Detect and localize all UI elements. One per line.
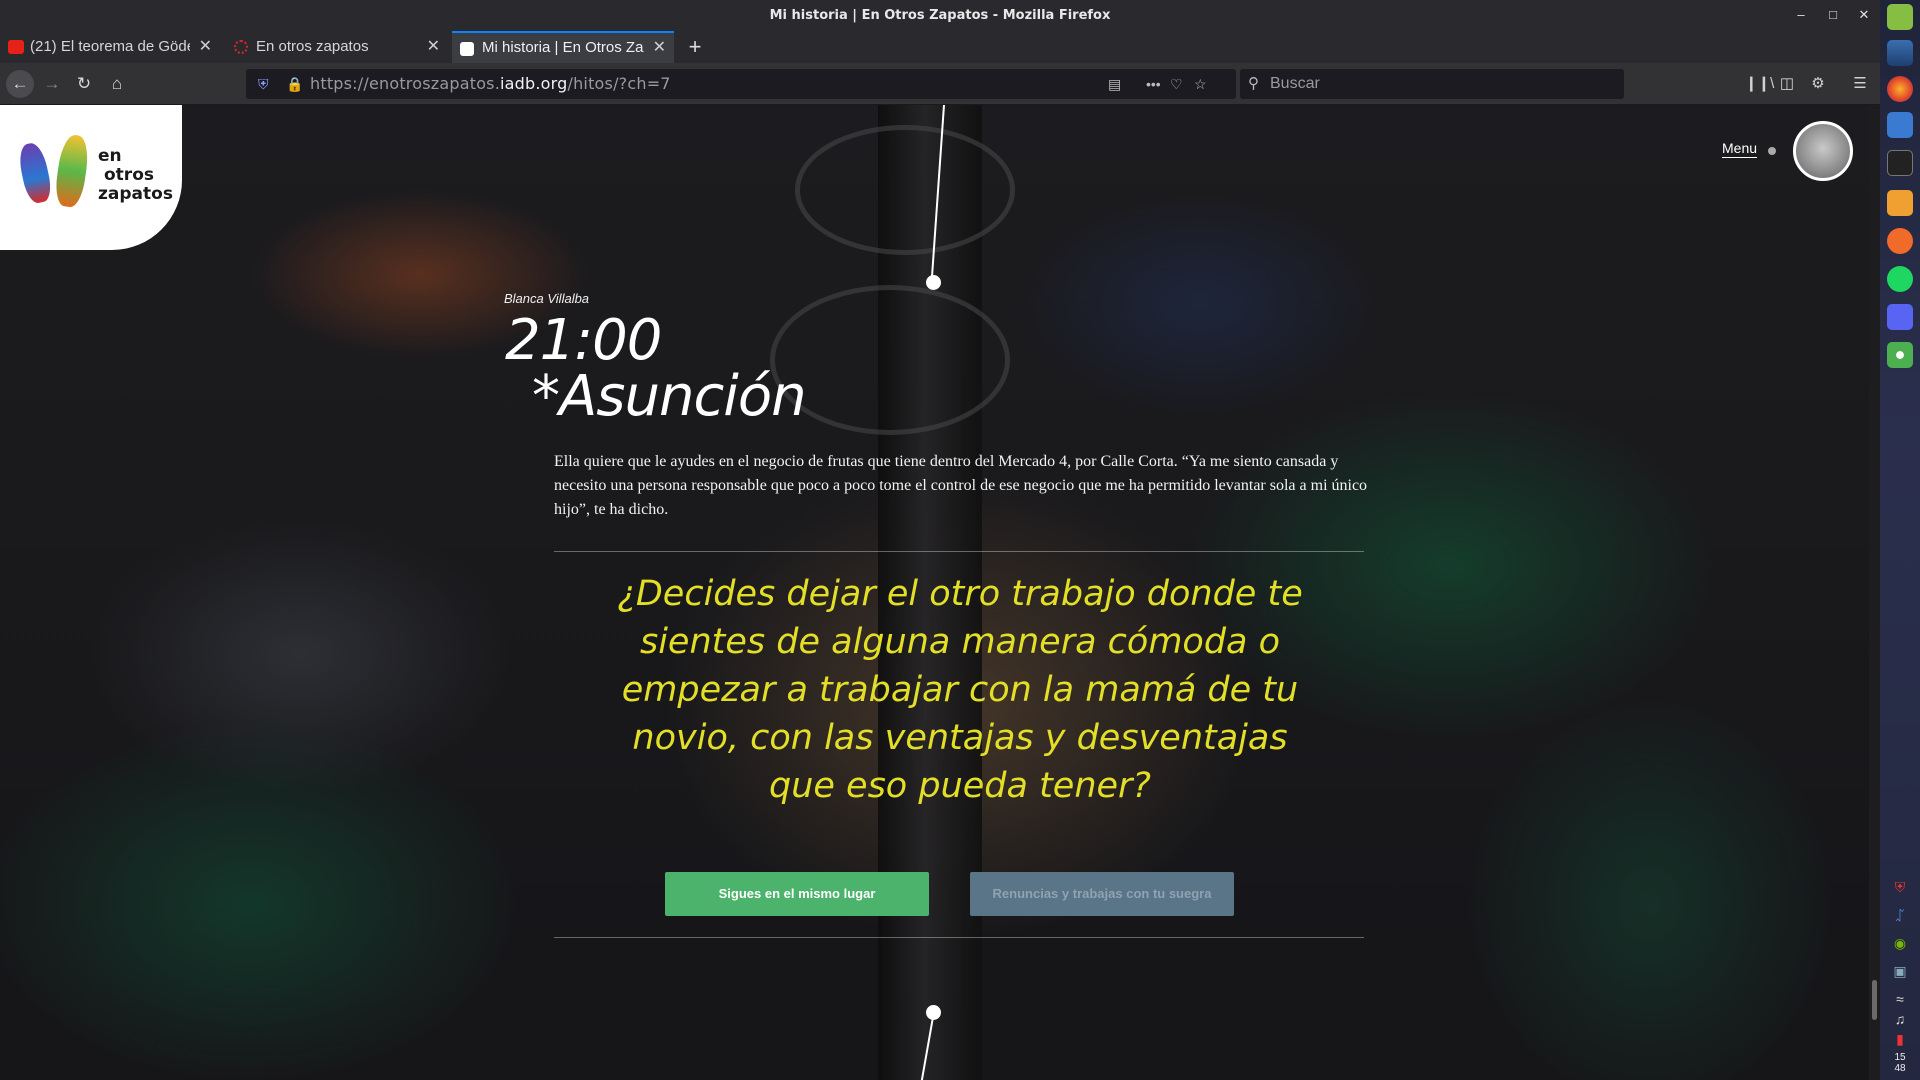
- firefox-icon[interactable]: [1887, 76, 1913, 102]
- workspace-icon[interactable]: ▣: [1890, 962, 1910, 980]
- tab-label: Mi historia | En Otros Zapatos: [482, 39, 644, 56]
- spotify-icon[interactable]: [1887, 266, 1913, 292]
- tab-label: En otros zapatos: [256, 38, 369, 55]
- new-tab-button[interactable]: +: [680, 31, 710, 63]
- reader-view-icon[interactable]: ▤: [1108, 69, 1121, 99]
- show-desktop-icon[interactable]: [1887, 40, 1913, 66]
- logo-footprint-left: [16, 140, 54, 206]
- divider: [554, 937, 1364, 938]
- navigation-toolbar: ← → ↻ ⌂ ⛨ 🔒 https://enotroszapatos.iadb.…: [0, 63, 1880, 105]
- page-actions-icon[interactable]: •••: [1146, 69, 1161, 99]
- menu-indicator-dot: [1768, 147, 1776, 155]
- youtube-icon: [8, 40, 24, 54]
- back-button[interactable]: ←: [6, 70, 34, 98]
- nvidia-icon[interactable]: ◉: [1890, 934, 1910, 952]
- logo-text: en otros zapatos: [98, 146, 173, 204]
- story-place: *Asunción: [532, 364, 807, 429]
- window-title: Mi historia | En Otros Zapatos - Mozilla…: [769, 8, 1111, 23]
- menu-hamburger-icon[interactable]: ☰: [1848, 70, 1872, 98]
- menu-link[interactable]: Menu: [1722, 140, 1758, 158]
- author-name: Blanca Villalba: [504, 291, 590, 306]
- site-favicon-icon: [234, 40, 248, 54]
- settings-gear-icon[interactable]: [1887, 342, 1913, 368]
- search-placeholder: Buscar: [1270, 75, 1320, 92]
- bluetooth-icon[interactable]: ᛢ: [1890, 906, 1910, 924]
- search-bar[interactable]: ⚲ Buscar: [1240, 69, 1624, 99]
- lock-icon[interactable]: 🔒: [286, 69, 303, 99]
- tab-youtube[interactable]: (21) El teorema de Gödel ✕: [0, 31, 220, 63]
- tab-label: (21) El teorema de Gödel: [30, 38, 190, 55]
- shield-tray-icon[interactable]: ⛨: [1890, 878, 1910, 896]
- library-icon[interactable]: ❙❙\: [1745, 70, 1774, 98]
- inkscape-icon[interactable]: [1887, 228, 1913, 254]
- pocket-icon[interactable]: ♡: [1170, 69, 1183, 99]
- user-avatar[interactable]: [1793, 121, 1853, 181]
- option-stay-button[interactable]: Sigues en el mismo lugar: [665, 872, 929, 916]
- system-clock[interactable]: 15 48: [1880, 1052, 1920, 1074]
- reload-button[interactable]: ↻: [70, 70, 98, 98]
- option-quit-button[interactable]: Renuncias y trabajas con tu suegra: [970, 872, 1234, 916]
- tab-en-otros-zapatos[interactable]: En otros zapatos ✕: [226, 31, 448, 63]
- close-tab-icon[interactable]: ✕: [199, 31, 212, 63]
- timeline-node: [926, 275, 941, 290]
- decision-question: ¿Decides dejar el otro trabajo donde te …: [617, 574, 1303, 806]
- page-scrollbar[interactable]: [1869, 105, 1880, 1080]
- story-paragraph: Ella quiere que le ayudes en el negocio …: [554, 453, 1368, 518]
- maximize-button[interactable]: □: [1822, 4, 1844, 26]
- logo-footprint-right: [53, 133, 91, 209]
- wifi-icon[interactable]: ≈: [1890, 990, 1910, 1008]
- tab-strip: (21) El teorema de Gödel ✕ En otros zapa…: [0, 31, 1880, 63]
- discord-icon[interactable]: [1887, 304, 1913, 330]
- close-tab-icon[interactable]: ✕: [653, 33, 666, 63]
- home-button[interactable]: ⌂: [103, 70, 131, 98]
- window-titlebar: Mi historia | En Otros Zapatos - Mozilla…: [0, 0, 1880, 31]
- address-bar[interactable]: ⛨ 🔒 https://enotroszapatos.iadb.org/hito…: [246, 69, 1236, 99]
- forward-button[interactable]: →: [38, 70, 66, 98]
- search-icon: ⚲: [1248, 75, 1259, 92]
- extension-icon[interactable]: ⚙: [1806, 70, 1830, 98]
- close-tab-icon[interactable]: ✕: [427, 31, 440, 63]
- url-text[interactable]: https://enotroszapatos.iadb.org/hitos/?c…: [310, 69, 671, 99]
- site-logo[interactable]: en otros zapatos: [0, 105, 182, 250]
- tab-mi-historia[interactable]: Mi historia | En Otros Zapatos ✕: [452, 31, 674, 63]
- site-favicon-icon: [460, 42, 474, 56]
- battery-icon[interactable]: ▮: [1890, 1030, 1910, 1048]
- volume-icon[interactable]: ♫: [1890, 1010, 1910, 1028]
- divider: [554, 551, 1364, 552]
- bookmark-star-icon[interactable]: ☆: [1194, 69, 1207, 99]
- close-window-button[interactable]: ✕: [1853, 4, 1875, 26]
- sidebar-icon[interactable]: ◫: [1775, 70, 1799, 98]
- page-viewport: en otros zapatos Menu Blanca Villalba 21…: [0, 105, 1869, 1080]
- terminal-icon[interactable]: [1887, 150, 1913, 176]
- mint-menu-icon[interactable]: [1887, 4, 1913, 30]
- tracking-shield-icon[interactable]: ⛨: [258, 69, 269, 99]
- files-icon[interactable]: [1887, 112, 1913, 138]
- scrollbar-thumb[interactable]: [1872, 980, 1877, 1020]
- minimize-button[interactable]: –: [1790, 4, 1812, 26]
- desktop-panel: ⛨ ᛢ ◉ ▣ ≈ ♫ ▮ 15 48: [1880, 0, 1920, 1080]
- sublime-text-icon[interactable]: [1887, 190, 1913, 216]
